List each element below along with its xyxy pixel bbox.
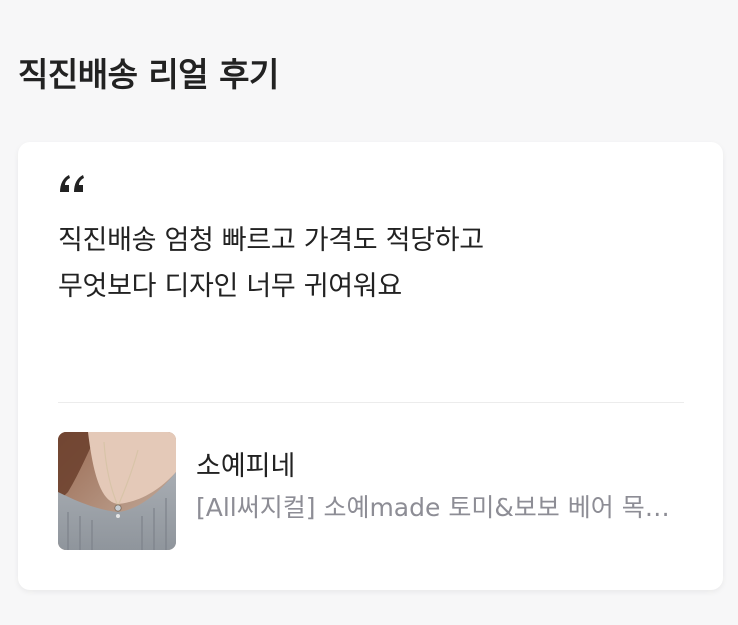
review-text-line-1: 직진배송 엄청 빠르고 가격도 적당하고 [58, 225, 484, 256]
review-text: 직진배송 엄청 빠르고 가격도 적당하고 무엇보다 디자인 너무 귀여워요 [58, 218, 698, 310]
page: 직진배송 리얼 후기 직진배송 엄청 빠르고 가격도 적당하고 무엇보다 디자인… [0, 0, 738, 625]
divider [58, 402, 684, 403]
product-photo-necklace [58, 432, 176, 550]
product-brand: 소예피네 [196, 451, 296, 482]
product-thumbnail[interactable] [58, 432, 176, 550]
product-link[interactable]: 소예피네 [All써지컬] 소예made 토미&보보 베어 목걸이 [58, 432, 684, 550]
review-card: 직진배송 엄청 빠르고 가격도 적당하고 무엇보다 디자인 너무 귀여워요 소예… [18, 142, 723, 590]
product-name: [All써지컬] 소예made 토미&보보 베어 목걸이 [196, 493, 684, 522]
section-title: 직진배송 리얼 후기 [18, 55, 279, 94]
quote-icon [58, 172, 88, 196]
review-text-line-2: 무엇보다 디자인 너무 귀여워요 [58, 271, 402, 302]
